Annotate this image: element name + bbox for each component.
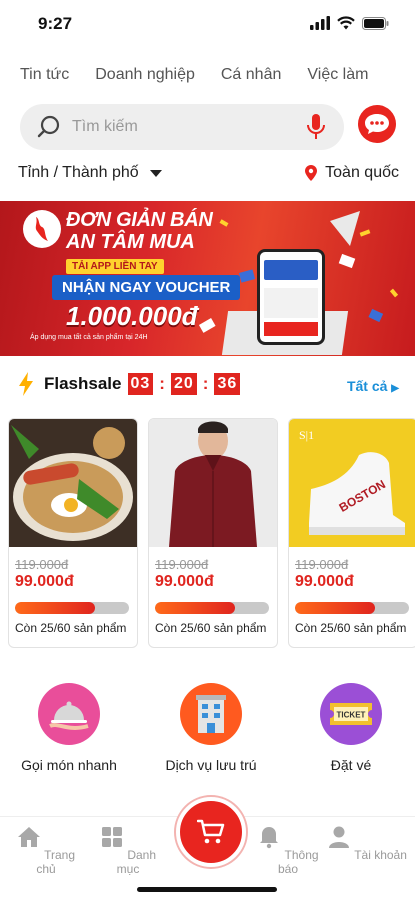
service-name: Gọi món nhanh — [21, 757, 117, 773]
promo-banner[interactable]: ĐƠN GIẢN BÁN AN TÂM MUA TẢI APP LIỀN TAY… — [0, 201, 415, 356]
battery-icon — [362, 16, 389, 30]
tab-label: Tài khoản — [354, 848, 407, 862]
confetti-decoration — [198, 211, 399, 333]
product-remaining: Còn 25/60 sản phẩm — [15, 621, 127, 635]
ticket-text: TICKET — [337, 711, 366, 720]
product-new-price: 99.000đ — [155, 573, 214, 590]
countdown-hours: 03 — [127, 373, 154, 395]
tab-label: Thông báo — [277, 848, 319, 876]
location-pin-icon — [305, 165, 318, 181]
product-old-price: 119.000đ — [155, 557, 209, 572]
countdown-minutes: 20 — [170, 373, 197, 395]
see-all-link[interactable]: Tất cả ▶ — [347, 378, 399, 394]
category-personal[interactable]: Cá nhân — [221, 66, 282, 84]
status-bar: 9:27 — [0, 0, 415, 50]
chat-button[interactable] — [358, 105, 396, 143]
search-input[interactable]: Tìm kiếm — [72, 118, 306, 136]
service-icon-wrap: TICKET — [320, 683, 382, 745]
phone-mockup — [257, 249, 325, 345]
cart-icon — [197, 819, 225, 844]
product-progress-bar — [15, 602, 129, 614]
service-food[interactable]: Gọi món nhanh — [4, 683, 134, 773]
product-card[interactable]: 119.000đ 99.000đ Còn 25/60 sản phẩm — [8, 418, 138, 648]
product-progress-bar — [155, 602, 269, 614]
user-icon — [329, 826, 350, 848]
product-old-price: 119.000đ — [15, 557, 69, 572]
product-card[interactable]: S|1 BOSTON 119.000đ 99.000đ Còn 25/60 sả… — [288, 418, 415, 648]
product-progress-bar — [295, 602, 409, 614]
search-bar[interactable]: Tìm kiếm — [20, 104, 344, 150]
product-old-price: 119.000đ — [295, 557, 349, 572]
nationwide-selector[interactable]: Toàn quốc — [305, 164, 399, 182]
service-icon-wrap — [180, 683, 242, 745]
product-new-price: 99.000đ — [15, 573, 74, 590]
category-business[interactable]: Doanh nghiệp — [95, 66, 195, 84]
countdown-seconds: 36 — [214, 373, 241, 395]
category-jobs[interactable]: Việc làm — [307, 66, 368, 84]
product-new-price: 99.000đ — [295, 573, 354, 590]
flashsale-products: 119.000đ 99.000đ Còn 25/60 sản phẩm 119.… — [8, 418, 415, 650]
service-lodging[interactable]: Dịch vụ lưu trú — [146, 683, 276, 773]
tab-notifications[interactable]: Thông báo — [248, 825, 328, 876]
hotel-building-icon — [196, 695, 226, 733]
province-selector[interactable]: Tỉnh / Thành phố — [18, 164, 163, 182]
flashsale-header: Flashsale 03 : 20 : 36 Tất cả ▶ — [18, 372, 399, 402]
home-indicator — [137, 887, 277, 892]
signal-icon — [310, 16, 330, 30]
chevron-right-icon: ▶ — [391, 383, 399, 394]
service-name: Dịch vụ lưu trú — [165, 757, 257, 773]
tab-account[interactable]: Tài khoản — [327, 825, 407, 862]
see-all-label: Tất cả — [346, 378, 388, 394]
product-card[interactable]: 119.000đ 99.000đ Còn 25/60 sản phẩm — [148, 418, 278, 648]
category-news[interactable]: Tin tức — [20, 66, 69, 84]
shoe-brand-text: S|1 — [299, 428, 314, 442]
category-nav: Tin tức Doanh nghiệp Cá nhân Việc làm — [20, 66, 395, 84]
progress-fill — [15, 602, 95, 614]
food-cloche-icon — [49, 701, 89, 730]
tab-label: Trang chủ — [36, 848, 76, 876]
wifi-icon — [337, 16, 355, 30]
tab-home[interactable]: Trang chủ — [6, 825, 86, 876]
service-name: Đặt vé — [330, 757, 372, 773]
countdown-separator: : — [202, 374, 209, 393]
progress-fill — [295, 602, 375, 614]
grid-icon — [101, 827, 122, 847]
tab-label: Danh mục — [116, 848, 157, 876]
product-remaining: Còn 25/60 sản phẩm — [295, 621, 407, 635]
status-time: 9:27 — [38, 14, 73, 33]
product-image-sneaker: S|1 BOSTON — [289, 419, 415, 547]
countdown-separator: : — [159, 374, 165, 393]
ticket-icon: TICKET — [330, 703, 372, 725]
home-icon — [17, 827, 40, 847]
tab-categories[interactable]: Danh mục — [88, 825, 168, 876]
flashsale-label: Flashsale — [44, 374, 122, 393]
nationwide-label: Toàn quốc — [325, 164, 399, 181]
service-icon-wrap — [38, 683, 100, 745]
caret-down-icon — [149, 170, 162, 177]
status-icons — [310, 16, 389, 30]
progress-fill — [155, 602, 235, 614]
product-remaining: Còn 25/60 sản phẩm — [155, 621, 267, 635]
chat-bubble-icon — [365, 114, 389, 134]
services-row: Gọi món nhanh Dịch vụ lưu trú TICKET Đặt… — [0, 683, 415, 783]
bell-icon — [260, 827, 279, 849]
lightning-icon — [19, 372, 33, 396]
product-image-shirt — [149, 419, 277, 547]
product-image-food — [9, 419, 137, 547]
service-tickets[interactable]: TICKET Đặt vé — [286, 683, 415, 773]
cart-button[interactable] — [176, 797, 246, 867]
location-row: Tỉnh / Thành phố Toàn quốc — [18, 164, 399, 188]
search-icon — [37, 115, 60, 138]
province-label: Tỉnh / Thành phố — [18, 164, 139, 181]
microphone-icon[interactable] — [306, 113, 326, 141]
